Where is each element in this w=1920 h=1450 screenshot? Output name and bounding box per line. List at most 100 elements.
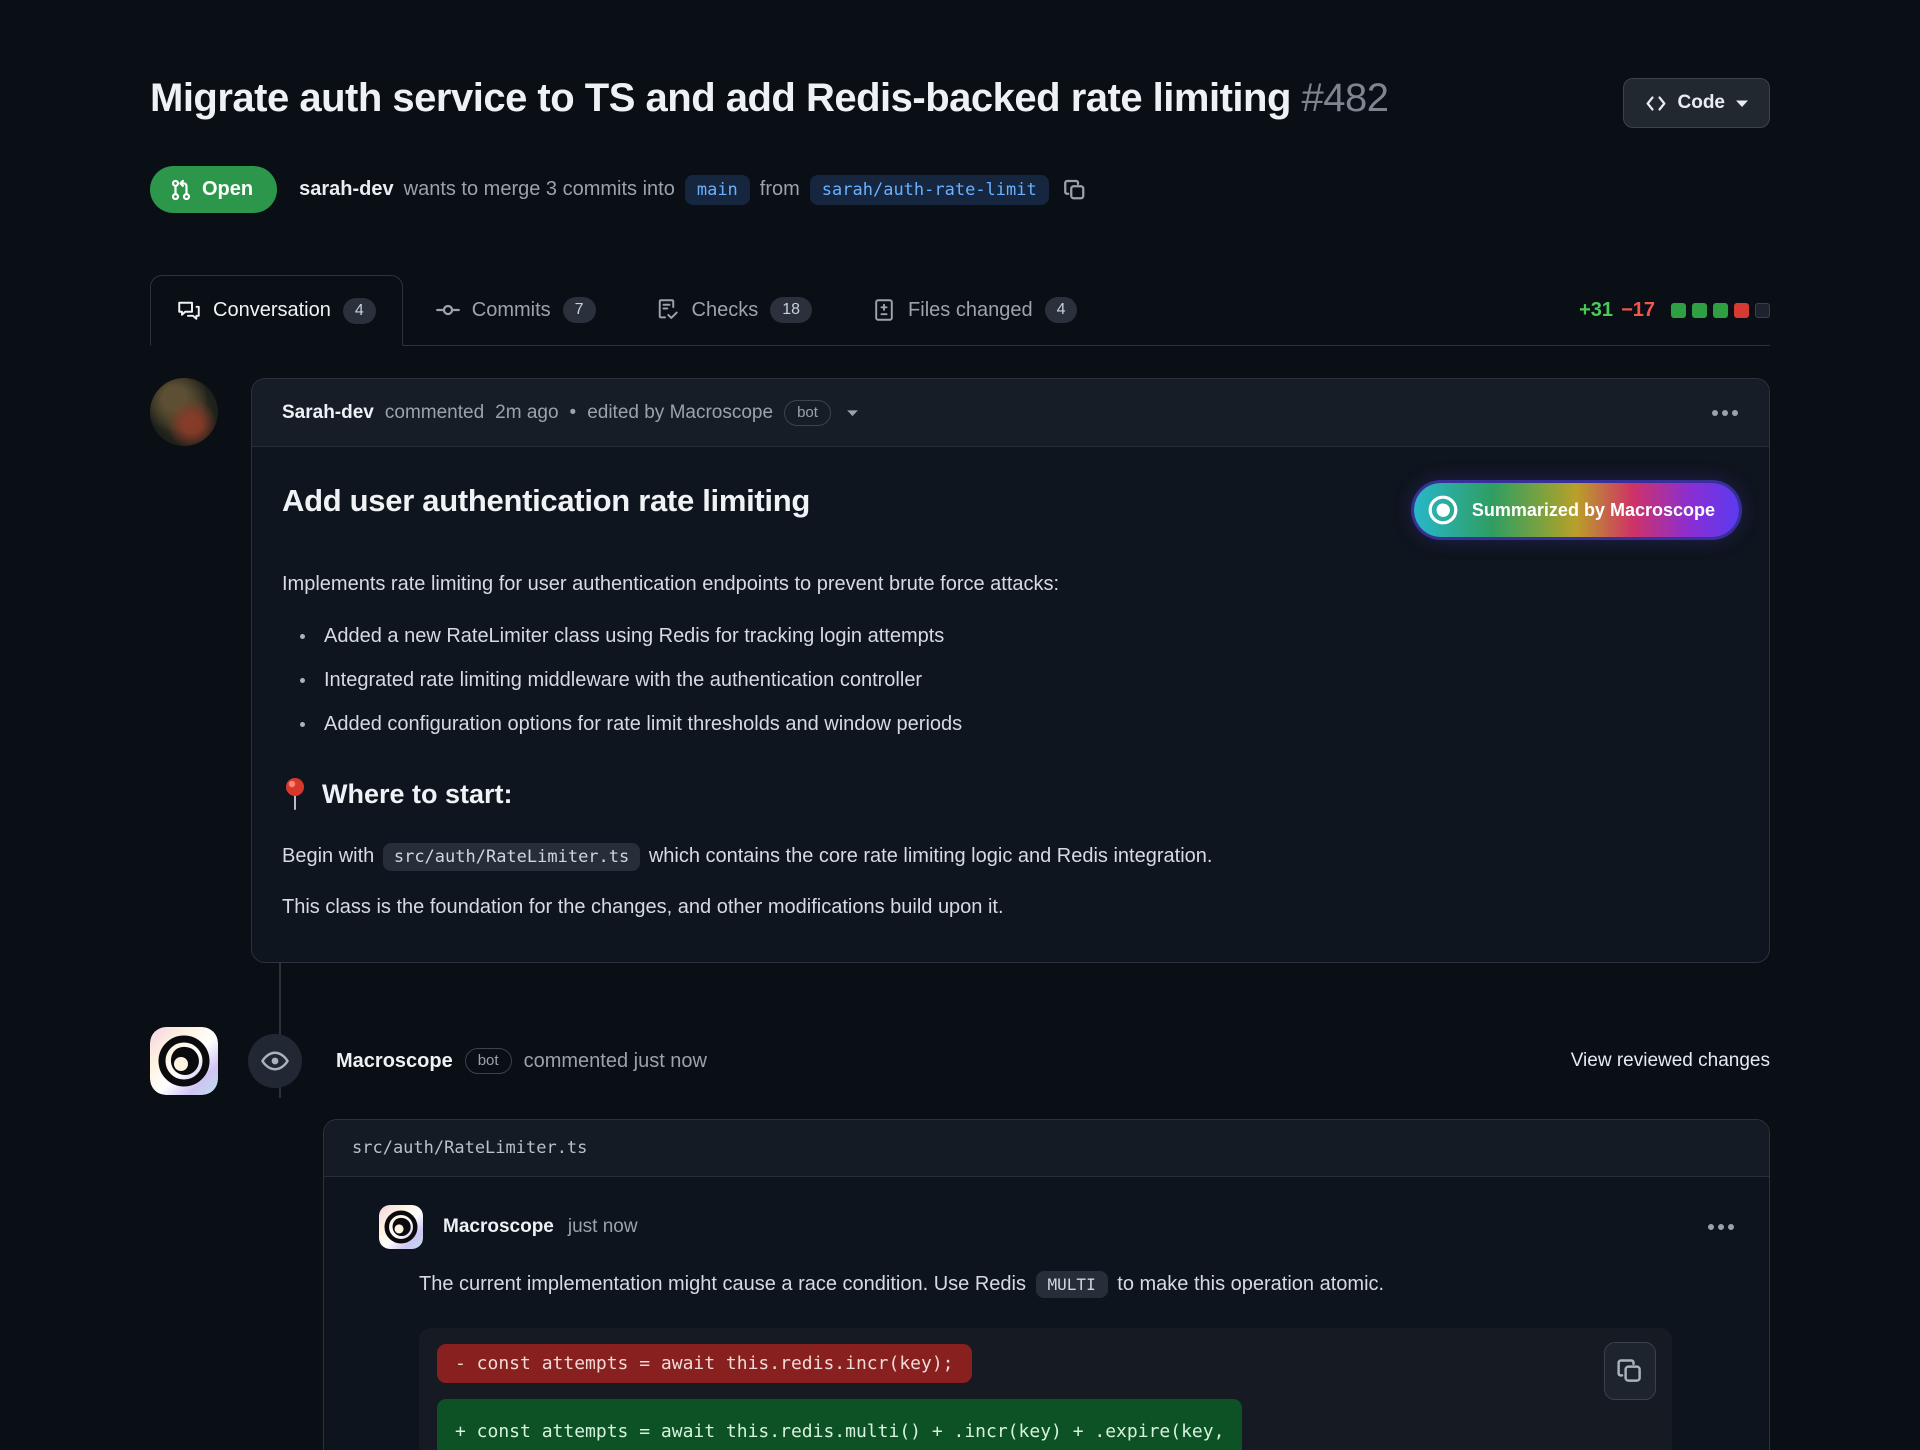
pr-title-text: Migrate auth service to TS and add Redis… — [150, 76, 1291, 120]
pull-request-page: Migrate auth service to TS and add Redis… — [0, 0, 1920, 1450]
inline-review-comment: Macroscope just now The current implemen… — [324, 1177, 1769, 1450]
summary-badge-label: Summarized by Macroscope — [1472, 500, 1715, 521]
pr-tabbar: Conversation 4 Commits 7 — [150, 275, 1770, 346]
comment-bullet-list: Added a new RateLimiter class using Redi… — [282, 621, 1739, 739]
copy-icon — [1616, 1357, 1644, 1385]
view-reviewed-changes-link[interactable]: View reviewed changes — [1571, 1050, 1770, 1072]
avatar-sarah-dev[interactable] — [150, 378, 218, 446]
bullet-item: Added configuration options for rate lim… — [282, 709, 1739, 739]
tab-count: 18 — [770, 297, 812, 323]
tab-count: 4 — [343, 298, 376, 324]
diff-added-line: + const attempts = await this.redis.mult… — [437, 1399, 1242, 1450]
where-to-start-heading: Where to start: — [322, 779, 513, 810]
inline-comment-time: just now — [568, 1216, 638, 1238]
file-diff-icon — [872, 298, 896, 322]
edit-history-chevron-icon[interactable] — [846, 409, 859, 417]
tab-files-changed[interactable]: Files changed 4 — [845, 275, 1104, 345]
diffstat-block-removed — [1734, 303, 1749, 318]
multi-inline-code: MULTI — [1036, 1271, 1108, 1298]
comment-header: Sarah-dev commented 2m ago • edited by M… — [252, 379, 1769, 447]
pr-status-badge: Open — [150, 166, 277, 213]
copy-code-button[interactable] — [1604, 1342, 1656, 1400]
comment-body: Add user authentication rate limiting Su… — [252, 447, 1769, 962]
suggested-change-diff: - const attempts = await this.redis.incr… — [419, 1328, 1672, 1450]
tab-count: 4 — [1045, 297, 1078, 323]
head-branch-chip[interactable]: sarah/auth-rate-limit — [810, 175, 1049, 205]
file-path-inline-code: src/auth/RateLimiter.ts — [383, 843, 640, 871]
pr-author: sarah-dev — [299, 178, 394, 201]
comment-card: Sarah-dev commented 2m ago • edited by M… — [251, 378, 1770, 963]
code-button[interactable]: Code — [1623, 78, 1771, 128]
edited-by-text: edited by Macroscope — [587, 402, 773, 424]
diffstat-block-added — [1671, 303, 1686, 318]
body-post-text: to make this operation atomic. — [1117, 1273, 1384, 1295]
tab-label: Checks — [692, 299, 759, 322]
comment-time: 2m ago — [495, 402, 558, 424]
chevron-down-icon — [1735, 99, 1749, 108]
race-condition-paragraph: The current implementation might cause a… — [419, 1269, 1735, 1300]
comment-title: Add user authentication rate limiting — [282, 483, 810, 519]
inline-comment-kebab-icon[interactable] — [1707, 1223, 1735, 1231]
bot-comment-meta: Macroscope bot commented just now — [336, 1048, 707, 1074]
commit-icon — [436, 298, 460, 322]
macroscope-comment-row: Macroscope bot commented just now View r… — [150, 1027, 1770, 1095]
from-text: from — [760, 178, 800, 201]
pr-status-label: Open — [202, 178, 253, 201]
diff-added-line-1: + const attempts = await this.redis.mult… — [455, 1421, 1224, 1442]
comment-intro: Implements rate limiting for user authen… — [282, 569, 1739, 599]
summarized-by-macroscope-badge[interactable]: Summarized by Macroscope — [1414, 483, 1739, 537]
code-button-label: Code — [1678, 92, 1726, 114]
code-icon — [1644, 94, 1668, 113]
begin-with-paragraph: Begin with src/auth/RateLimiter.ts which… — [282, 841, 1739, 872]
bot-author: Macroscope — [336, 1050, 453, 1073]
diffstat-block-added — [1692, 303, 1707, 318]
review-card: src/auth/RateLimiter.ts Macroscope just … — [323, 1119, 1770, 1450]
git-pull-request-icon — [170, 179, 192, 201]
avatar-macroscope-small[interactable] — [379, 1205, 423, 1249]
body-pre-text: The current implementation might cause a… — [419, 1273, 1026, 1295]
pr-number: #482 — [1302, 76, 1389, 120]
copy-branch-icon[interactable] — [1063, 178, 1087, 202]
status-row: Open sarah-dev wants to merge 3 commits … — [150, 166, 1770, 213]
bullet-item: Added a new RateLimiter class using Redi… — [282, 621, 1739, 651]
macroscope-logo-icon — [1427, 494, 1459, 526]
checklist-icon — [656, 298, 680, 322]
additions-count: +31 — [1579, 299, 1613, 322]
inline-comment-header: Macroscope just now — [379, 1205, 1735, 1249]
inline-comment-body: The current implementation might cause a… — [419, 1269, 1735, 1450]
diffstat-block-added — [1713, 303, 1728, 318]
comment-author: Sarah-dev — [282, 402, 374, 424]
diffstat: +31 −17 — [1579, 299, 1770, 322]
tab-count: 7 — [563, 297, 596, 323]
inline-comment-author: Macroscope — [443, 1216, 554, 1238]
tab-label: Files changed — [908, 299, 1033, 322]
tab-label: Conversation — [213, 299, 331, 322]
page-title: Migrate auth service to TS and add Redis… — [150, 72, 1389, 124]
pin-icon — [282, 777, 308, 811]
eye-timeline-badge — [248, 1034, 302, 1088]
bot-badge: bot — [784, 400, 831, 426]
eye-icon — [260, 1046, 290, 1076]
diff-removed-line: - const attempts = await this.redis.incr… — [437, 1344, 972, 1383]
begin-post-text: which contains the core rate limiting lo… — [649, 845, 1213, 867]
begin-pre-text: Begin with — [282, 845, 374, 867]
tab-commits[interactable]: Commits 7 — [409, 275, 623, 345]
merge-summary: sarah-dev wants to merge 3 commits into … — [299, 175, 1087, 205]
file-path-header[interactable]: src/auth/RateLimiter.ts — [324, 1120, 1769, 1177]
bot-badge: bot — [465, 1048, 512, 1074]
comment-kebab-icon[interactable] — [1711, 409, 1739, 417]
avatar-macroscope[interactable] — [150, 1027, 218, 1095]
comment-icon — [177, 299, 201, 323]
foundation-paragraph: This class is the foundation for the cha… — [282, 892, 1739, 922]
title-row: Migrate auth service to TS and add Redis… — [150, 0, 1770, 128]
tab-label: Commits — [472, 299, 551, 322]
comment-action: commented — [385, 402, 484, 424]
separator-dot: • — [570, 402, 577, 424]
bullet-item: Integrated rate limiting middleware with… — [282, 665, 1739, 695]
tab-conversation[interactable]: Conversation 4 — [150, 275, 403, 346]
bot-action-text: commented just now — [524, 1050, 707, 1073]
diffstat-block-neutral — [1755, 303, 1770, 318]
tab-checks[interactable]: Checks 18 — [629, 275, 840, 345]
deletions-count: −17 — [1621, 299, 1655, 322]
base-branch-chip[interactable]: main — [685, 175, 750, 205]
